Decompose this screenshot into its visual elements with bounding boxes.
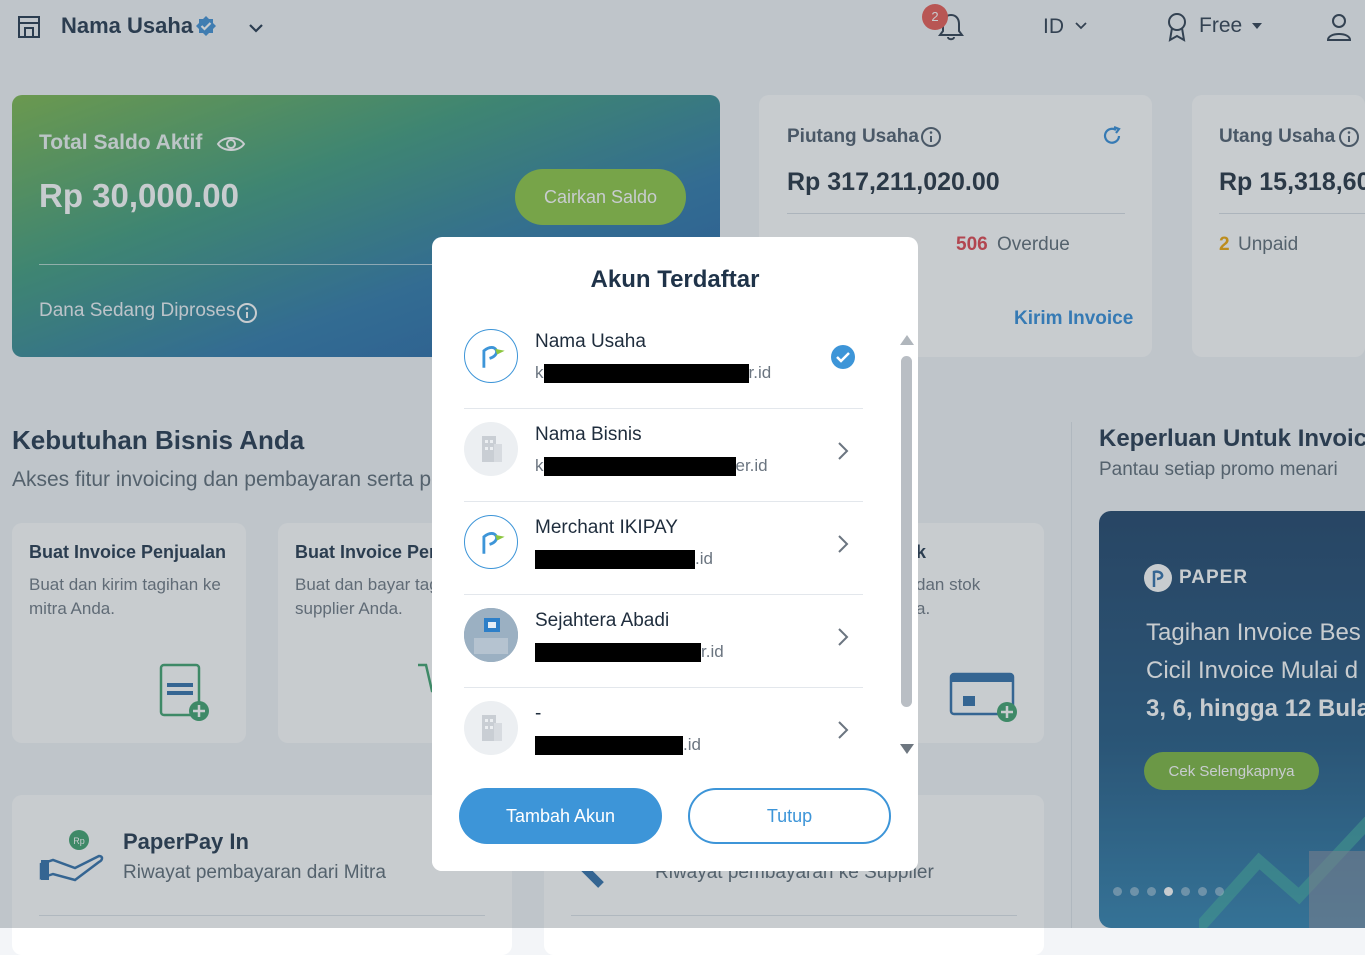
account-email: k r.id [535,363,772,384]
chevron-right-icon[interactable] [834,719,852,741]
account-email: .id [535,549,713,570]
account-name: Nama Usaha [535,331,646,352]
account-item-nama-usaha[interactable]: Nama Usaha k r.id [464,315,863,409]
account-email: r.id [535,642,724,663]
redacted-bar [535,550,695,570]
check-circle-icon [831,345,855,369]
close-button[interactable]: Tutup [688,788,891,844]
account-name: Sejahtera Abadi [535,610,670,631]
redacted-bar [543,457,736,477]
account-list: Nama Usaha k r.id Nama Bisnis k er.id Merc… [432,315,918,760]
add-account-button[interactable]: Tambah Akun [459,788,662,844]
modal-footer: Tambah Akun Tutup [432,760,918,871]
account-name: Merchant IKIPAY [535,517,678,538]
scrollbar-thumb[interactable] [901,356,912,707]
company-photo-avatar [464,608,518,662]
account-item-merchant-ikipay[interactable]: Merchant IKIPAY .id [464,501,863,595]
registered-accounts-modal: Akun Terdaftar Nama Usaha k r.id Nama Bis… [432,237,918,871]
modal-title: Akun Terdaftar [590,266,760,293]
account-name: - [535,703,542,724]
scroll-down-arrow[interactable] [900,744,914,754]
building-avatar-icon [464,422,518,476]
account-email: k er.id [535,456,768,477]
redacted-bar [535,736,683,756]
chevron-right-icon[interactable] [834,626,852,648]
account-name: Nama Bisnis [535,424,642,445]
paper-logo-avatar [464,329,518,383]
scroll-up-arrow[interactable] [900,335,914,345]
paper-logo-avatar [464,515,518,569]
account-email: .id [535,735,701,756]
account-item-nama-bisnis[interactable]: Nama Bisnis k er.id [464,408,863,502]
redacted-bar [543,364,749,384]
chevron-right-icon[interactable] [834,533,852,555]
building-avatar-icon [464,701,518,755]
account-item-unnamed[interactable]: - .id [464,687,863,760]
chevron-right-icon[interactable] [834,440,852,462]
account-item-sejahtera-abadi[interactable]: Sejahtera Abadi r.id [464,594,863,688]
redacted-bar [535,643,701,663]
